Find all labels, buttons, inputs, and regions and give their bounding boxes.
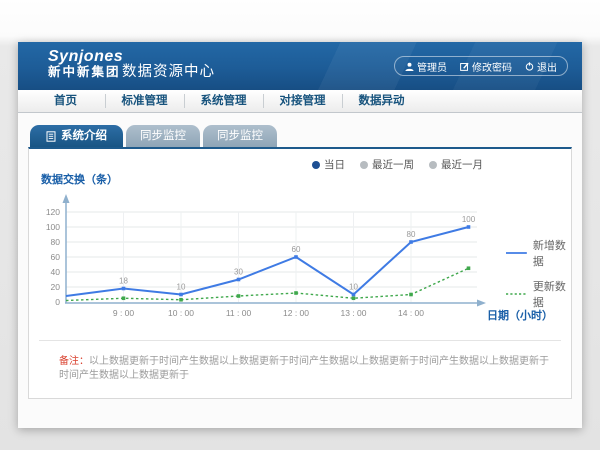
change-password-label: 修改密码 [472,59,512,74]
time-range-filters: 当日 最近一周 最近一月 [312,157,483,172]
nav-item-data-change[interactable]: 数据异动 [342,90,421,112]
tab-sync-monitor-1[interactable]: 同步监控 [126,125,200,147]
nav-item-home[interactable]: 首页 [26,90,105,112]
logout-label: 退出 [537,59,557,74]
radio-dot [312,161,320,169]
tab-system-intro[interactable]: 系统介绍 [30,125,123,147]
svg-text:60: 60 [51,252,61,262]
svg-text:10: 10 [349,283,358,292]
nav-item-integration-mgmt[interactable]: 对接管理 [263,90,342,112]
tab-label: 系统介绍 [61,125,107,147]
svg-text:0: 0 [55,297,60,307]
radio-label: 最近一周 [372,157,414,172]
svg-text:30: 30 [234,268,243,277]
legend-label: 更新数据 [533,278,571,310]
user-toolbar: 管理员 修改密码 退出 [394,56,568,76]
svg-text:11 : 00: 11 : 00 [226,308,252,318]
footnote-text: 以上数据更新于时间产生数据以上数据更新于时间产生数据以上数据更新于时间产生数据以… [59,356,549,381]
y-axis-title: 数据交换（条） [41,171,118,187]
panel-divider [39,340,561,341]
footnote: 备注：以上数据更新于时间产生数据以上数据更新于时间产生数据以上数据更新于时间产生… [59,355,555,383]
radio-today[interactable]: 当日 [312,157,345,172]
change-password-button[interactable]: 修改密码 [460,59,512,74]
svg-text:80: 80 [407,230,416,239]
svg-text:18: 18 [119,277,128,286]
logout-button[interactable]: 退出 [525,59,557,74]
svg-text:12 : 00: 12 : 00 [283,308,309,318]
radio-dot [360,161,368,169]
svg-text:10: 10 [177,283,186,292]
radio-label: 最近一月 [441,157,483,172]
legend-label: 新增数据 [533,237,571,269]
svg-text:10 : 00: 10 : 00 [168,308,194,318]
radio-label: 当日 [324,157,345,172]
current-user-button[interactable]: 管理员 [405,59,447,74]
svg-text:120: 120 [46,207,60,217]
svg-text:13 : 00: 13 : 00 [341,308,367,318]
legend-item-updated-data: 更新数据 [506,278,571,310]
main-nav: 首页 标准管理 系统管理 对接管理 数据异动 [18,90,582,113]
tab-bar: 系统介绍 同步监控 同步监控 [30,125,582,147]
power-icon [525,62,534,71]
radio-dot [429,161,437,169]
chart-legend: 新增数据 更新数据 [506,237,571,319]
svg-text:20: 20 [51,282,61,292]
line-chart: 0 20 40 60 80 100 120 9 : 00 10 : 00 11 : 00 12 : … [29,187,499,327]
content-area: 系统介绍 同步监控 同步监控 当日 最近一周 [18,113,582,427]
legend-item-new-data: 新增数据 [506,237,571,269]
svg-text:100: 100 [46,222,60,232]
tab-sync-monitor-2[interactable]: 同步监控 [203,125,277,147]
svg-text:60: 60 [292,245,301,254]
document-icon [46,131,56,142]
page-title: 数据资源中心 [122,60,215,81]
svg-text:100: 100 [462,215,476,224]
dotted-line-swatch [506,292,527,296]
user-icon [405,62,414,71]
header: Synjones 新中新集团 数据资源中心 管理员 修改密码 退出 [18,42,582,90]
svg-text:14 : 00: 14 : 00 [398,308,424,318]
svg-text:40: 40 [51,267,61,277]
nav-item-system-mgmt[interactable]: 系统管理 [184,90,263,112]
svg-text:9 : 00: 9 : 00 [113,308,135,318]
svg-text:80: 80 [51,237,61,247]
logo-brand: Synjones [48,48,123,66]
tab-label: 同步监控 [140,125,186,147]
logo: Synjones 新中新集团 [48,48,123,79]
footnote-prefix: 备注： [59,356,89,367]
nav-item-standard-mgmt[interactable]: 标准管理 [105,90,184,112]
radio-last-week[interactable]: 最近一周 [360,157,414,172]
app-window: Synjones 新中新集团 数据资源中心 管理员 修改密码 退出 首页 标准管… [18,42,582,428]
solid-line-swatch [506,251,527,255]
logo-company: 新中新集团 [48,66,123,80]
tab-label: 同步监控 [217,125,263,147]
edit-icon [460,62,469,71]
current-user-label: 管理员 [417,59,447,74]
chart-panel: 当日 最近一周 最近一月 数据交换（条） 0 20 40 60 80 100 120 9 : … [28,147,572,399]
radio-last-month[interactable]: 最近一月 [429,157,483,172]
